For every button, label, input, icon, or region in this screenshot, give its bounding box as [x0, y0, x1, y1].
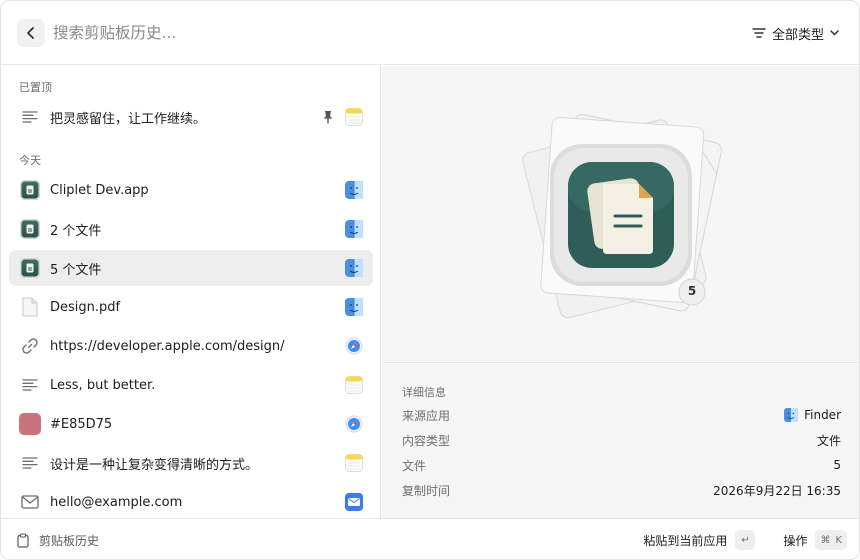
detail-row-copy-time: 复制时间 2026年9月22日 16:35	[402, 481, 841, 499]
list-item-label: #E85D75	[50, 416, 113, 432]
search-input[interactable]	[53, 19, 613, 47]
list-item[interactable]: Cliplet Dev.app	[9, 172, 373, 208]
text-lines-icon	[18, 373, 42, 397]
list-item-label: https://developer.apple.com/design/	[50, 338, 285, 354]
detail-key: 复制时间	[402, 483, 451, 498]
mail-app-icon	[345, 493, 363, 511]
list-item-label: Design.pdf	[50, 299, 121, 315]
finder-app-icon	[345, 259, 363, 277]
clipboard-list: 已置顶 把灵感留住，让工作继续。 今天 Cliplet Dev.app 2 个文…	[1, 66, 381, 518]
actions-button[interactable]: 操作	[783, 532, 807, 549]
list-item-label: 2 个文件	[50, 223, 102, 239]
list-item[interactable]: https://developer.apple.com/design/	[9, 328, 373, 364]
file-count-badge: 5	[687, 284, 697, 298]
list-item[interactable]: 2 个文件	[9, 211, 373, 247]
filter-icon	[752, 28, 766, 38]
list-item[interactable]: #E85D75	[9, 406, 373, 442]
detail-value: 文件	[816, 433, 841, 448]
notes-app-icon	[345, 454, 363, 472]
pin-icon[interactable]	[321, 109, 335, 125]
detail-key: 文件	[402, 458, 427, 473]
type-filter-dropdown[interactable]: 全部类型	[752, 23, 839, 43]
document-icon	[18, 295, 42, 319]
chevron-down-icon	[830, 30, 839, 36]
detail-row-files: 文件 5	[402, 456, 841, 474]
details-panel: 详细信息 来源应用 Finder 内容类型 文件 文件 5 复制时间 2026年…	[382, 364, 859, 518]
notes-app-icon	[345, 108, 363, 126]
chevron-left-icon	[27, 27, 34, 39]
detail-row-content-type: 内容类型 文件	[402, 431, 841, 449]
detail-key: 内容类型	[402, 433, 451, 448]
command-k-hint: ⌘ K	[815, 530, 847, 550]
envelope-icon	[18, 490, 42, 514]
list-item-label: 把灵感留住，让工作继续。	[50, 111, 207, 127]
preview-pane: 5	[382, 66, 859, 363]
cliplet-app-icon	[18, 256, 42, 280]
list-item[interactable]: hello@example.com	[9, 484, 373, 518]
footer-history-label: 剪贴板历史	[39, 534, 100, 548]
finder-app-icon	[345, 298, 363, 316]
detail-key: 来源应用	[402, 408, 451, 423]
header-bar: 全部类型	[1, 1, 859, 65]
return-key-hint: ↵	[735, 530, 756, 550]
link-icon	[18, 334, 42, 358]
list-item-label: Cliplet Dev.app	[50, 182, 149, 198]
command-key-icon: ⌘	[820, 534, 831, 546]
detail-value: Finder	[804, 408, 841, 422]
finder-app-icon	[784, 408, 799, 422]
back-button[interactable]	[17, 19, 45, 47]
finder-app-icon	[345, 220, 363, 238]
safari-app-icon	[345, 415, 363, 433]
list-item[interactable]: Design.pdf	[9, 289, 373, 325]
clipboard-icon	[17, 533, 29, 548]
paste-button[interactable]: 粘贴到当前应用	[643, 532, 727, 549]
list-item[interactable]: Less, but better.	[9, 367, 373, 403]
footer-history: 剪贴板历史	[17, 532, 99, 549]
cliplet-app-icon	[18, 178, 42, 202]
section-title-today: 今天	[19, 154, 41, 167]
detail-row-source-app: 来源应用 Finder	[402, 406, 841, 424]
k-key: K	[835, 534, 842, 546]
text-lines-icon	[18, 105, 42, 129]
safari-app-icon	[345, 337, 363, 355]
list-item-selected[interactable]: 5 个文件	[9, 250, 373, 286]
files-stack-preview	[522, 113, 723, 319]
details-title: 详细信息	[402, 386, 446, 399]
cliplet-app-icon	[18, 217, 42, 241]
text-lines-icon	[18, 451, 42, 475]
list-item-label: Less, but better.	[50, 377, 156, 393]
list-item-label: 5 个文件	[50, 262, 102, 278]
list-item[interactable]: 设计是一种让复杂变得清晰的方式。	[9, 445, 373, 481]
detail-value: 5	[833, 458, 841, 472]
notes-app-icon	[345, 376, 363, 394]
color-swatch	[18, 412, 42, 436]
detail-value: 2026年9月22日 16:35	[713, 483, 841, 498]
list-item-label: 设计是一种让复杂变得清晰的方式。	[50, 457, 259, 473]
clipboard-window: 全部类型 已置顶 把灵感留住，让工作继续。 今天	[0, 0, 860, 560]
finder-app-icon	[345, 181, 363, 199]
list-item-label: hello@example.com	[50, 494, 183, 510]
footer-bar: 剪贴板历史 粘贴到当前应用 ↵ 操作 ⌘ K	[1, 518, 859, 559]
list-item-pinned[interactable]: 把灵感留住，让工作继续。	[9, 99, 373, 135]
type-filter-label: 全部类型	[771, 27, 824, 43]
section-title-pinned: 已置顶	[19, 81, 52, 94]
